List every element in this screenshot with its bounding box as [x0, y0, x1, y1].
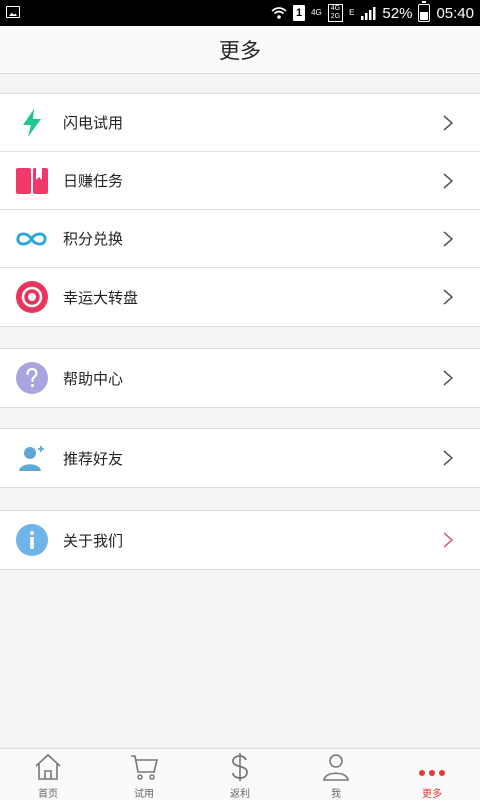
gallery-notification-icon	[6, 6, 20, 18]
info-icon	[15, 523, 48, 556]
bottom-tab-bar: 首页 试用 返利 我 更多	[0, 748, 480, 800]
menu-item-label: 幸运大转盘	[63, 288, 139, 307]
menu-item-label: 日赚任务	[63, 172, 124, 190]
tab-me[interactable]: 我	[288, 749, 384, 800]
book-icon	[15, 164, 48, 197]
tab-label: 试用	[134, 789, 154, 800]
battery-percent: 52%	[382, 4, 413, 22]
chevron-right-icon	[443, 173, 454, 189]
battery-icon	[418, 1, 431, 22]
tab-more[interactable]: 更多	[384, 749, 480, 800]
menu-item-label: 积分兑换	[63, 230, 124, 248]
menu-item-daily-tasks[interactable]: 日赚任务	[0, 152, 480, 210]
menu-item-label: 帮助中心	[63, 369, 124, 388]
target-icon	[15, 280, 48, 313]
tab-label: 更多	[422, 789, 442, 800]
menu-item-help-center[interactable]: 帮助中心	[0, 349, 480, 407]
status-bar: 1 4G 4G 2G E 52% 05:40	[0, 0, 480, 26]
wifi-icon	[271, 6, 287, 20]
chevron-right-icon	[443, 231, 454, 247]
user-add-icon	[15, 441, 48, 474]
clock: 05:40	[436, 4, 474, 22]
menu-item-points-exchange[interactable]: 积分兑换	[0, 210, 480, 268]
network-type-small: 4G	[311, 8, 322, 17]
menu-item-recommend-friends[interactable]: 推荐好友	[0, 429, 480, 487]
tab-label: 返利	[230, 789, 250, 800]
network-e: E	[349, 8, 355, 17]
chevron-right-icon	[443, 450, 454, 466]
menu-item-lucky-wheel[interactable]: 幸运大转盘	[0, 268, 480, 326]
cart-icon	[131, 755, 159, 780]
chevron-right-icon	[443, 289, 454, 305]
person-icon	[323, 754, 349, 781]
chevron-right-icon	[443, 115, 454, 131]
dollar-icon	[232, 753, 248, 781]
infinity-icon	[15, 222, 48, 255]
network-type-box: 4G 2G	[327, 4, 344, 22]
menu-item-label: 闪电试用	[63, 114, 124, 132]
menu-group-main: 闪电试用 日赚任务 积分兑换 幸运大转盘	[0, 93, 480, 327]
tab-label: 首页	[38, 789, 58, 800]
chevron-right-icon	[443, 532, 454, 548]
tab-label: 我	[331, 789, 341, 800]
chevron-right-icon	[443, 370, 454, 386]
menu-group-help: 帮助中心	[0, 348, 480, 408]
more-dots-icon	[419, 770, 445, 782]
menu-item-label: 关于我们	[63, 531, 124, 550]
page-title: 更多	[219, 38, 261, 63]
menu-item-flash-trial[interactable]: 闪电试用	[0, 94, 480, 152]
tab-home[interactable]: 首页	[0, 749, 96, 800]
menu-item-label: 推荐好友	[63, 449, 124, 468]
sim-indicator: 1	[293, 5, 306, 21]
home-icon	[35, 753, 61, 780]
tab-trial[interactable]: 试用	[96, 749, 192, 800]
menu-group-about: 关于我们	[0, 510, 480, 570]
menu-group-share: 推荐好友	[0, 428, 480, 488]
question-icon	[15, 361, 48, 394]
title-bar: 更多	[0, 26, 480, 74]
menu-item-about-us[interactable]: 关于我们	[0, 511, 480, 569]
tab-rebate[interactable]: 返利	[192, 749, 288, 800]
lightning-icon	[15, 106, 48, 139]
signal-icon	[360, 6, 376, 20]
